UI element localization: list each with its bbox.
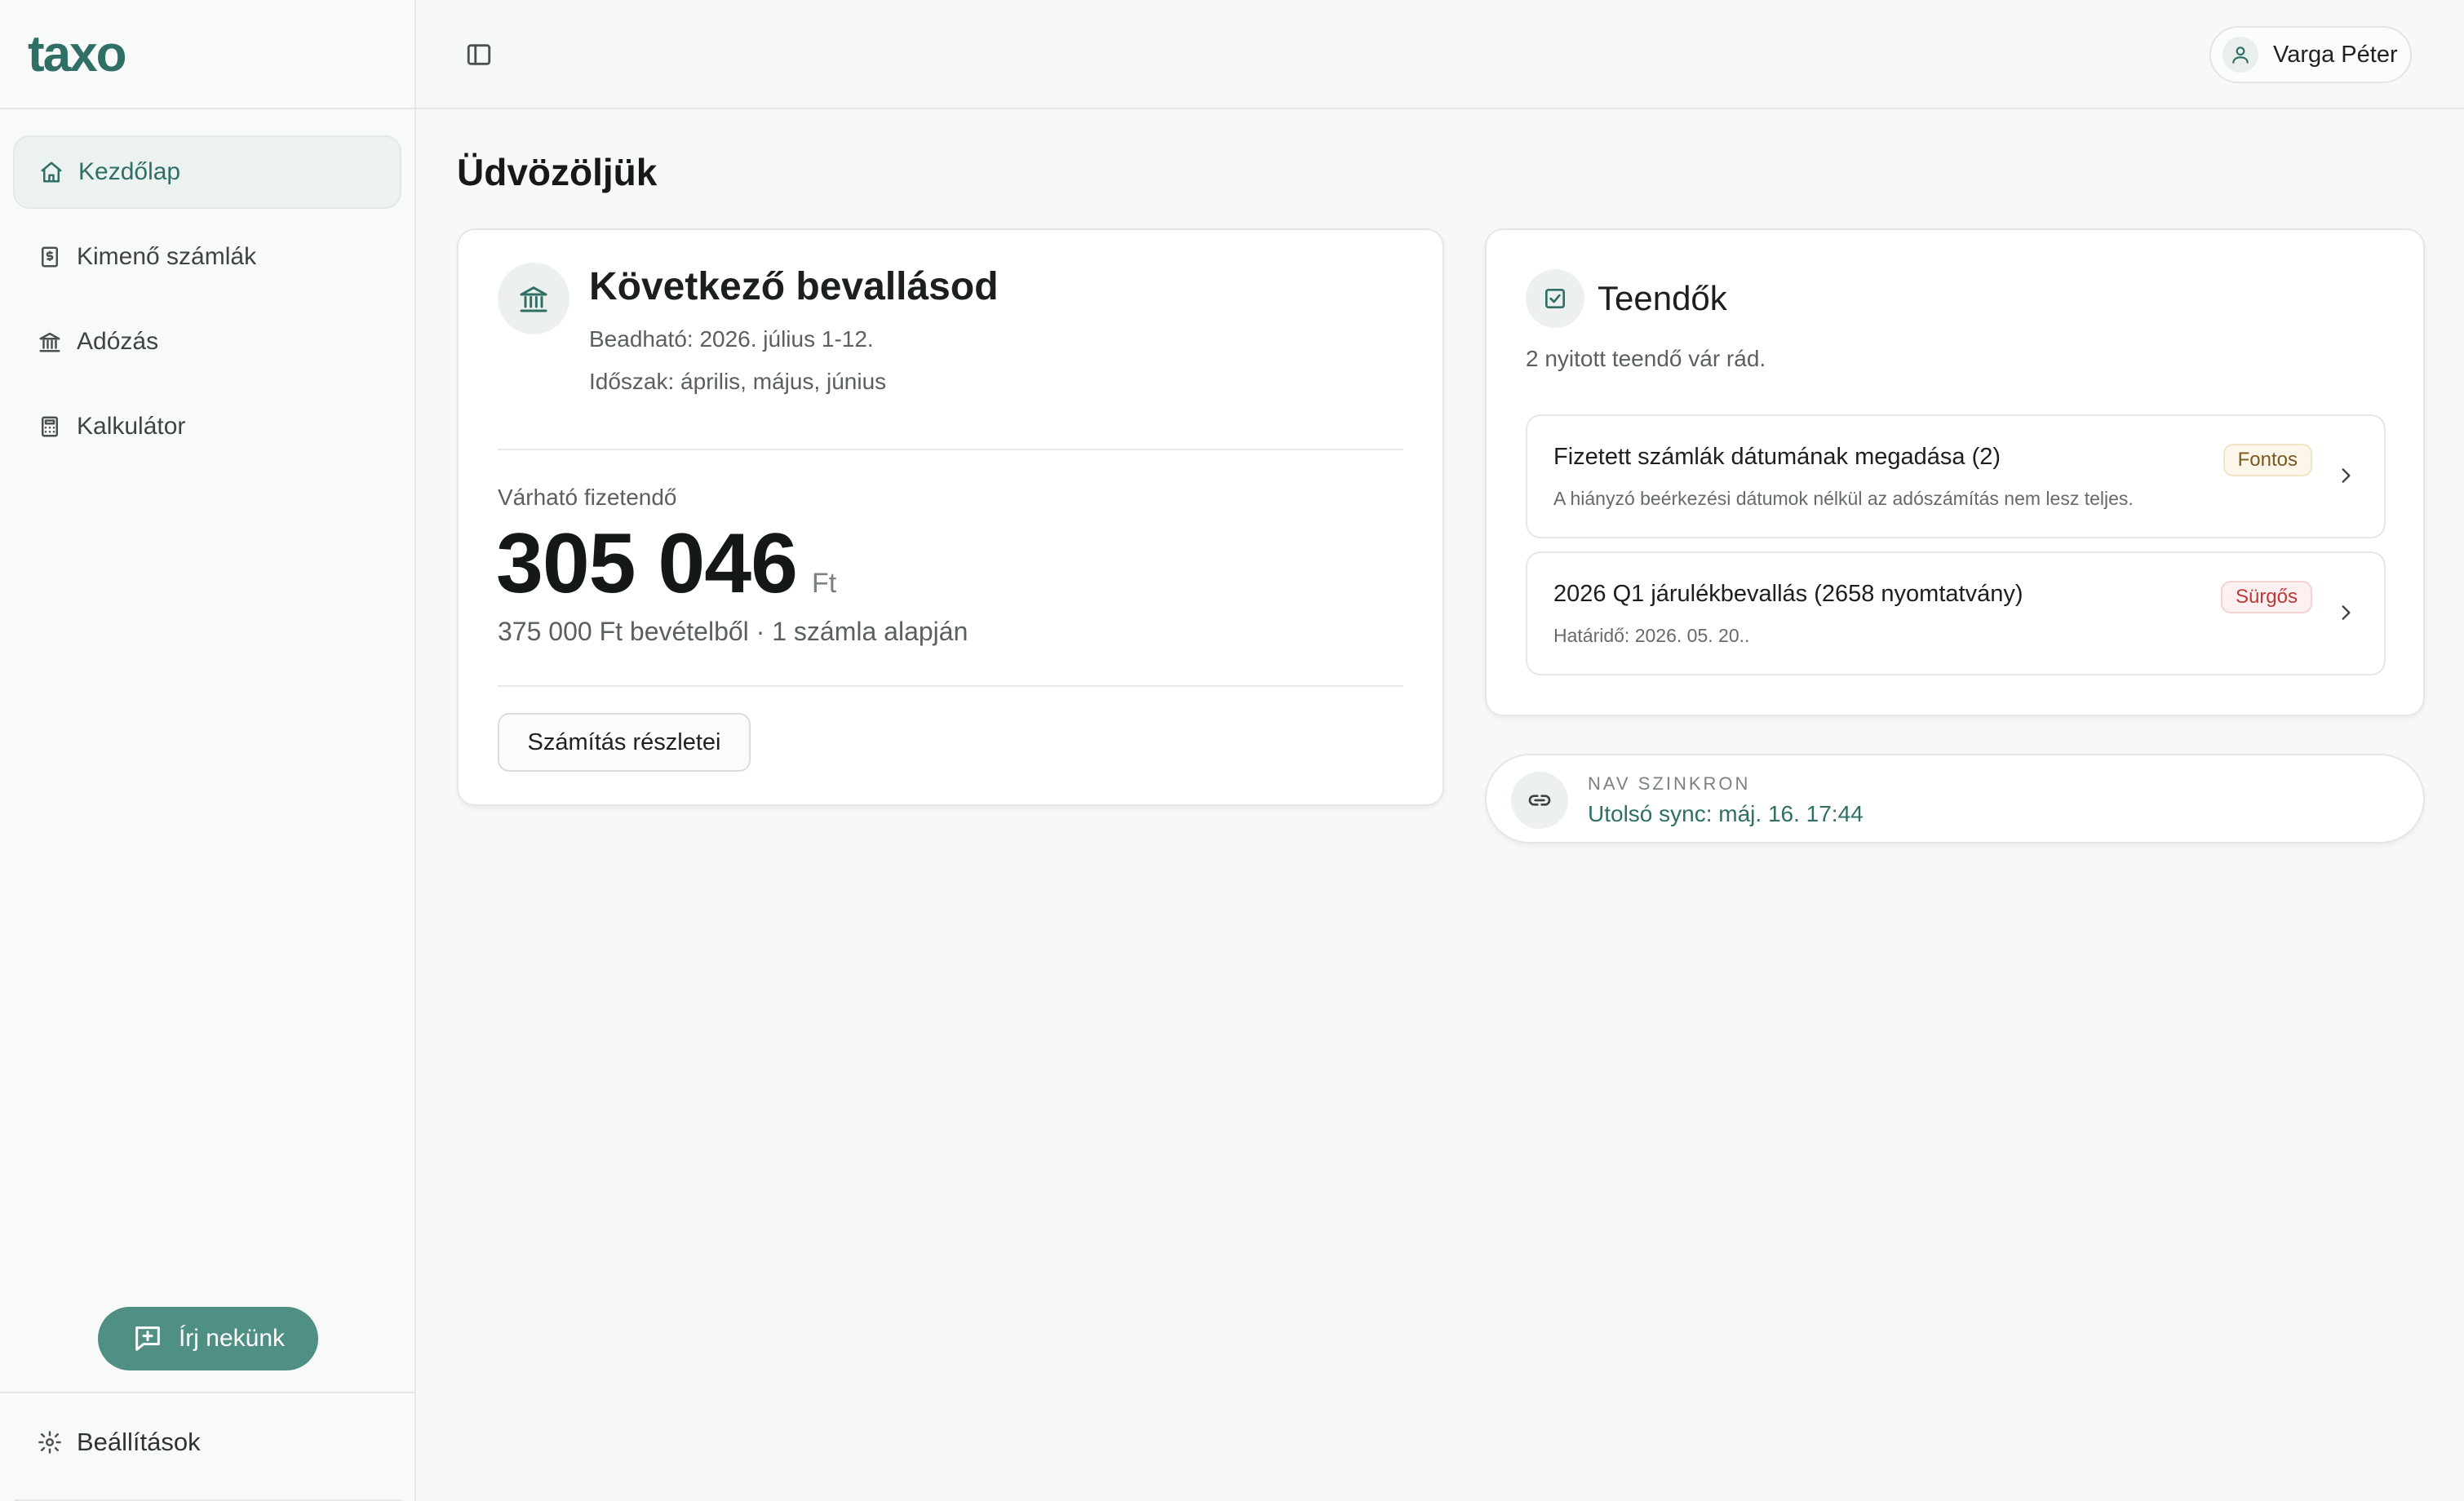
chevron-right-icon [2342,468,2351,483]
settings-label: Beállítások [77,1428,201,1456]
page-title: Üdvözöljük [457,151,658,193]
app-logo[interactable]: taxo [28,25,126,83]
top-bar: Varga Péter [416,0,2464,109]
amount-value: 305 046 [496,516,798,611]
bank-icon [38,330,62,354]
sync-label: NAV SZINKRON [1588,773,1751,794]
expected-payment-amount: 305 046 Ft [496,516,836,613]
chevron-right-icon [2342,605,2351,620]
sidebar-item-calculator[interactable]: Kalkulátor [13,390,401,463]
next-filing-card: Következő bevallásod Beadható: 2026. júl… [457,228,1444,806]
todo-item[interactable]: 2026 Q1 járulékbevallás (2658 nyomtatván… [1526,551,2386,675]
sidebar-nav: Kezdőlap Kimenő számlák Adózás Kalkuláto… [0,109,414,463]
status-badge: Fontos [2222,444,2312,476]
sidebar-item-settings[interactable]: Beállítások [38,1428,201,1457]
write-us-button[interactable]: Írj nekünk [98,1307,318,1370]
filing-period: Időszak: április, május, június [589,369,887,394]
divider [498,449,1403,450]
sidebar-item-label: Kalkulátor [77,413,186,440]
user-menu-button[interactable]: Varga Péter [2209,26,2412,83]
sidebar-item-home[interactable]: Kezdőlap [13,135,401,209]
filing-due-date: Beadható: 2026. július 1-12. [589,326,874,352]
sidebar-item-label: Adózás [77,328,159,355]
last-sync-time: Utolsó sync: máj. 16. 17:44 [1588,801,1864,826]
next-filing-title: Következő bevallásod [589,265,999,308]
sidebar-item-label: Kimenő számlák [77,243,257,270]
amount-currency: Ft [811,568,837,599]
invoice-icon [38,245,62,269]
todo-description: Határidő: 2026. 05. 20.. [1553,625,1750,646]
sidebar-item-invoices[interactable]: Kimenő számlák [13,220,401,294]
sidebar-item-taxes[interactable]: Adózás [13,305,401,379]
todo-description: A hiányzó beérkezési dátumok nélkül az a… [1553,488,2134,509]
gear-icon [38,1431,61,1454]
message-plus-icon [135,1326,160,1351]
amount-basis: 375 000 Ft bevételből · 1 számla alapján [498,617,968,646]
settings-area: Beállítások [0,1392,416,1501]
todos-card: Teendők 2 nyitott teendő vár rád. Fizete… [1485,228,2425,716]
expected-payment-label: Várható fizetendő [498,485,677,510]
user-name: Varga Péter [2273,41,2398,68]
write-us-label: Írj nekünk [178,1325,286,1352]
todos-subtitle: 2 nyitott teendő vár rád. [1526,346,1766,371]
todos-title: Teendők [1598,279,1727,317]
bank-icon [498,263,569,334]
sidebar-toggle-icon[interactable] [465,41,493,69]
checkbox-icon [1526,269,1584,328]
calculation-details-button[interactable]: Számítás részletei [498,713,751,772]
todo-title: 2026 Q1 járulékbevallás (2658 nyomtatván… [1553,581,2023,607]
calculator-icon [38,414,62,439]
divider [498,685,1403,687]
sidebar-item-label: Kezdőlap [78,158,181,185]
avatar [2222,37,2258,73]
logo-area: taxo [0,0,414,109]
user-icon [2232,46,2249,64]
todo-title: Fizetett számlák dátumának megadása (2) [1553,444,2001,470]
home-icon [39,160,64,184]
todo-item[interactable]: Fizetett számlák dátumának megadása (2) … [1526,414,2386,538]
status-badge: Sürgős [2220,581,2312,613]
nav-sync-card: NAV SZINKRON Utolsó sync: máj. 16. 17:44 [1485,754,2425,843]
sidebar: taxo Kezdőlap Kimenő számlák Adózás Kalk… [0,0,416,1501]
link-icon [1511,772,1568,829]
